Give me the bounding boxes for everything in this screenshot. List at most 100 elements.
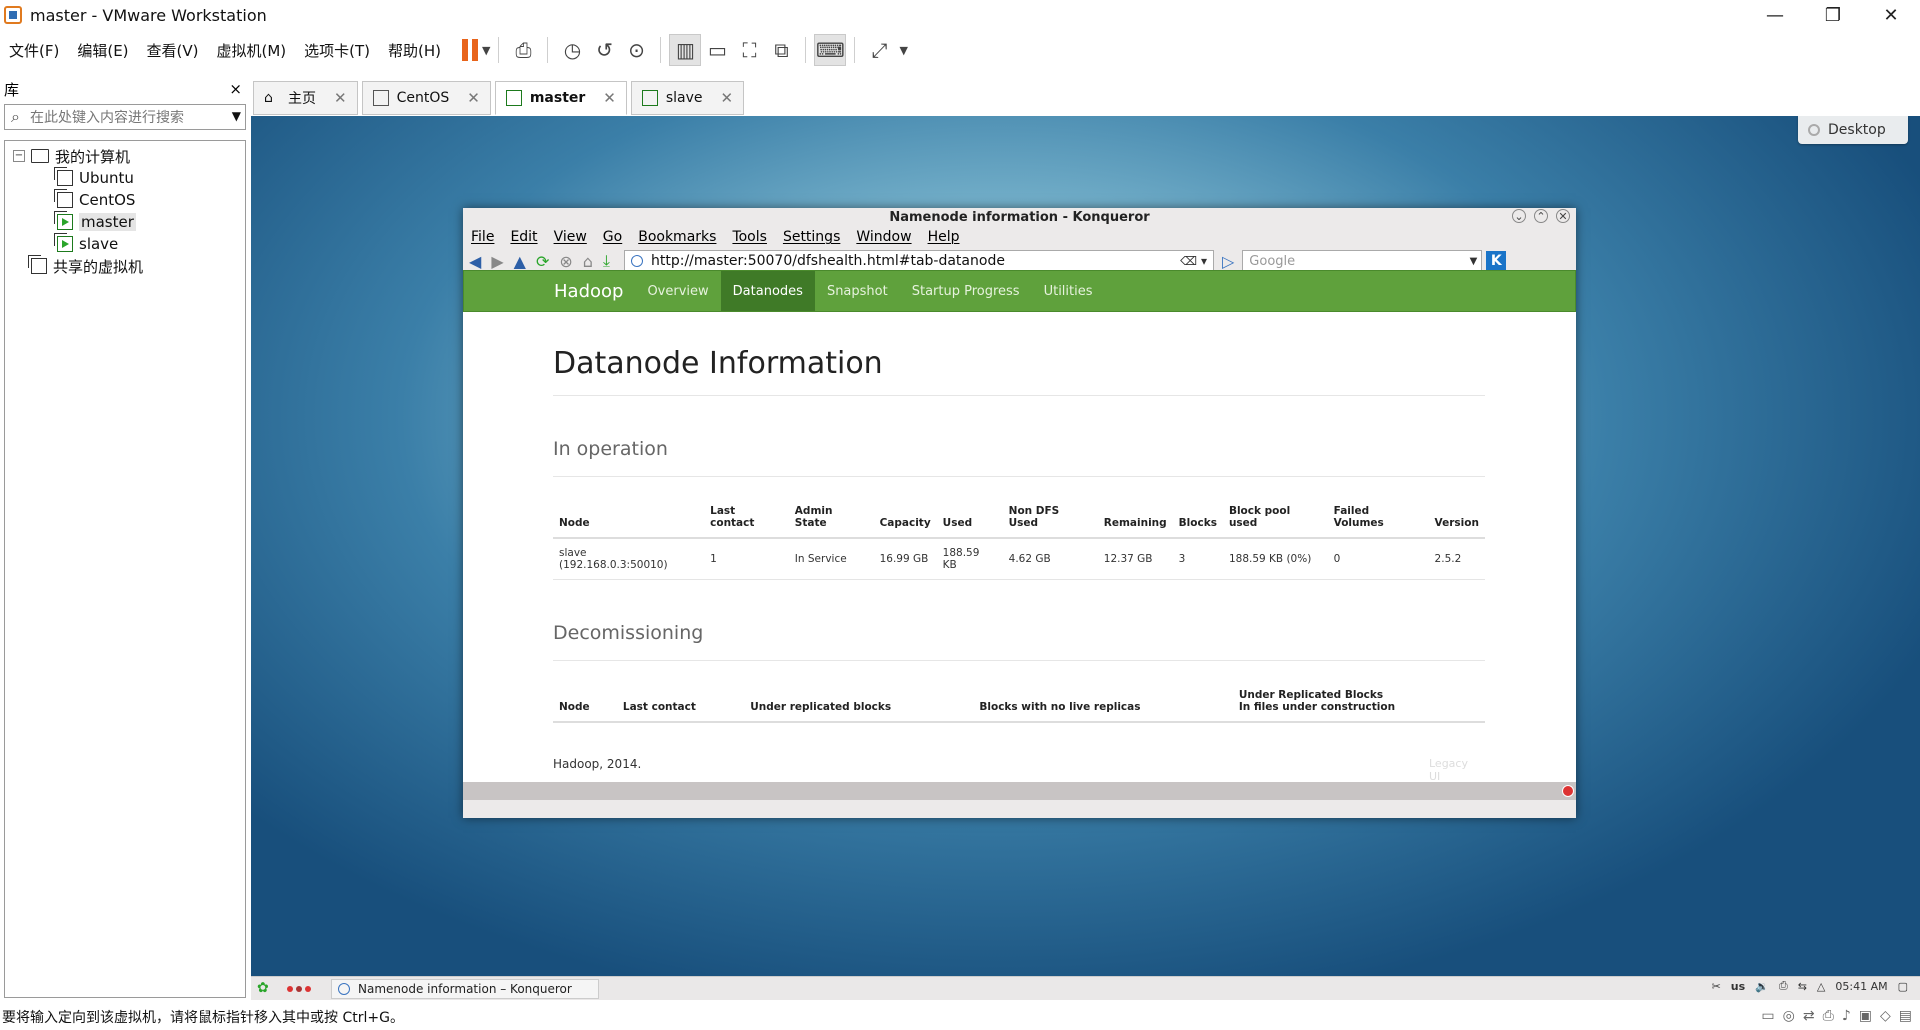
usb-icon[interactable]: ◇ — [1880, 1008, 1891, 1024]
reload-icon[interactable]: ⟳ — [536, 252, 549, 271]
tree-vm-master[interactable]: master — [5, 211, 245, 233]
display-icon[interactable]: ▣ — [1859, 1008, 1872, 1024]
power-dropdown-icon[interactable]: ▼ — [482, 44, 490, 57]
hdd-icon[interactable]: ▭ — [1761, 1008, 1774, 1024]
nav-datanodes[interactable]: Datanodes — [720, 271, 815, 311]
stop-icon[interactable]: ⊗ — [559, 252, 572, 271]
cdrom-icon[interactable]: ◎ — [1783, 1008, 1795, 1024]
kmenu-window[interactable]: Window — [856, 229, 911, 245]
stretch-dropdown-icon[interactable]: ▼ — [899, 44, 907, 57]
tab-close-icon[interactable]: ✕ — [603, 89, 616, 107]
maximize-button[interactable]: ❐ — [1804, 0, 1862, 30]
kmenu-settings[interactable]: Settings — [783, 229, 840, 245]
back-icon[interactable]: ◀ — [469, 252, 481, 271]
pager-icon[interactable] — [287, 985, 311, 992]
minimize-icon[interactable]: ⌄ — [1512, 209, 1526, 223]
menu-view[interactable]: 查看(V) — [138, 40, 208, 61]
tab-home[interactable]: ⌂ 主页 ✕ — [253, 81, 358, 115]
kmenu-bookmarks[interactable]: Bookmarks — [638, 229, 716, 245]
menu-help[interactable]: 帮助(H) — [379, 40, 450, 61]
taskbar-item-konqueror[interactable]: Namenode information – Konqueror — [331, 978, 599, 999]
tab-centos[interactable]: CentOS ✕ — [361, 81, 491, 115]
menu-edit[interactable]: 编辑(E) — [68, 40, 137, 61]
library-search-input[interactable]: ⌕ 在此处键入内容进行搜索 ▼ — [4, 104, 246, 130]
menu-tabs[interactable]: 选项卡(T) — [295, 40, 379, 61]
kmenu-edit[interactable]: Edit — [510, 229, 537, 245]
nav-snapshot[interactable]: Snapshot — [815, 271, 900, 311]
home-icon: ⌂ — [264, 90, 273, 106]
page-footer: Hadoop, 2014. Legacy UI — [553, 757, 1485, 783]
chevron-down-icon[interactable]: ▼ — [1470, 256, 1478, 267]
tree-shared-vms[interactable]: 共享的虚拟机 — [5, 255, 245, 277]
col-block-pool-used: Block pool used — [1222, 497, 1328, 539]
message-log-icon[interactable]: ▤ — [1899, 1008, 1912, 1024]
web-search-input[interactable]: Google ▼ — [1242, 250, 1483, 272]
keyboard-layout[interactable]: us — [1731, 980, 1745, 993]
hadoop-brand[interactable]: Hadoop — [554, 281, 623, 302]
pause-icon[interactable] — [462, 39, 479, 61]
guest-tray: ✂ us 🔉 ⎙ ⇆ △ 05:41 AM ▢ — [1712, 979, 1908, 993]
tree-vm-centos[interactable]: CentOS — [5, 189, 245, 211]
nav-startup-progress[interactable]: Startup Progress — [900, 271, 1032, 311]
volume-icon[interactable]: 🔉 — [1755, 980, 1769, 993]
url-input[interactable]: http://master:50070/dfshealth.html#tab-d… — [623, 250, 1214, 272]
stretch-guest-icon[interactable]: ⤢ — [863, 34, 895, 66]
vm-console[interactable]: Desktop Namenode information - Konqueror… — [251, 116, 1920, 976]
unity-icon[interactable]: ⧉ — [765, 34, 797, 66]
nav-utilities[interactable]: Utilities — [1032, 271, 1105, 311]
close-button[interactable]: ✕ — [1862, 0, 1920, 30]
maximize-icon[interactable]: ⌃ — [1534, 209, 1548, 223]
sound-icon[interactable]: ♪ — [1842, 1008, 1851, 1024]
footer-text: Hadoop, 2014. — [553, 757, 642, 771]
up-icon[interactable]: ▲ — [514, 252, 526, 271]
tab-close-icon[interactable]: ✕ — [721, 89, 734, 107]
desktop-toolbox-button[interactable]: Desktop — [1798, 116, 1908, 144]
kmenu-file[interactable]: File — [471, 229, 494, 245]
show-library-icon[interactable]: ▥ — [669, 34, 702, 66]
send-ctrl-alt-del-icon[interactable]: ⎙ — [507, 34, 539, 66]
kmenu-help[interactable]: Help — [928, 229, 960, 245]
thumbnail-bar-icon[interactable]: ▭ — [701, 34, 733, 66]
title-bar: master - VMware Workstation — ❐ ✕ — [0, 0, 1920, 30]
console-view-icon[interactable]: ⌨ — [814, 34, 847, 66]
kmenu-tools[interactable]: Tools — [732, 229, 767, 245]
tab-close-icon[interactable]: ✕ — [334, 89, 347, 107]
nav-overview[interactable]: Overview — [635, 271, 720, 311]
network-adapter-icon[interactable]: ⇄ — [1803, 1008, 1815, 1024]
tree-vm-slave[interactable]: slave — [5, 233, 245, 255]
kde-menu-icon[interactable]: ✿ — [257, 980, 275, 998]
kde-icon: K — [1486, 251, 1507, 271]
tree-my-computer[interactable]: − 我的计算机 — [5, 145, 245, 167]
globe-icon — [630, 255, 643, 267]
printer-icon[interactable]: ⎙ — [1823, 1008, 1834, 1024]
tab-slave[interactable]: slave ✕ — [630, 81, 745, 115]
download-icon[interactable]: ⤓ — [603, 251, 610, 271]
menu-file[interactable]: 文件(F) — [0, 40, 68, 61]
clipboard-icon[interactable]: ✂ — [1712, 980, 1721, 993]
tree-vm-ubuntu[interactable]: Ubuntu — [5, 167, 245, 189]
show-desktop-icon[interactable]: ▢ — [1898, 980, 1908, 993]
revert-snapshot-icon[interactable]: ↺ — [588, 34, 620, 66]
snapshot-manager-icon[interactable]: ⊙ — [620, 34, 652, 66]
clear-url-icon[interactable]: ⌫ ▾ — [1180, 254, 1207, 268]
kmenu-view[interactable]: View — [554, 229, 587, 245]
window-title: master - VMware Workstation — [30, 5, 267, 25]
snapshot-icon[interactable]: ◷ — [556, 34, 588, 66]
legacy-ui-link[interactable]: Legacy UI — [1429, 757, 1471, 783]
printer-icon[interactable]: ⎙ — [1779, 979, 1788, 993]
tab-close-icon[interactable]: ✕ — [467, 89, 480, 107]
kmenu-go[interactable]: Go — [603, 229, 622, 245]
network-icon[interactable]: ⇆ — [1798, 980, 1807, 993]
minimize-button[interactable]: — — [1746, 0, 1804, 30]
full-screen-icon[interactable]: ⛶ — [733, 34, 765, 66]
collapse-icon[interactable]: − — [13, 150, 25, 162]
close-icon[interactable]: ✕ — [1556, 209, 1570, 223]
go-icon[interactable]: ▷ — [1222, 252, 1234, 271]
tab-master[interactable]: master ✕ — [494, 81, 627, 115]
chevron-down-icon[interactable]: ▼ — [232, 109, 241, 123]
home-icon[interactable]: ⌂ — [583, 252, 593, 271]
menu-vm[interactable]: 虚拟机(M) — [208, 40, 296, 61]
forward-icon[interactable]: ▶ — [491, 252, 503, 271]
library-close-icon[interactable]: × — [229, 80, 242, 98]
tray-arrow-icon[interactable]: △ — [1817, 980, 1825, 993]
